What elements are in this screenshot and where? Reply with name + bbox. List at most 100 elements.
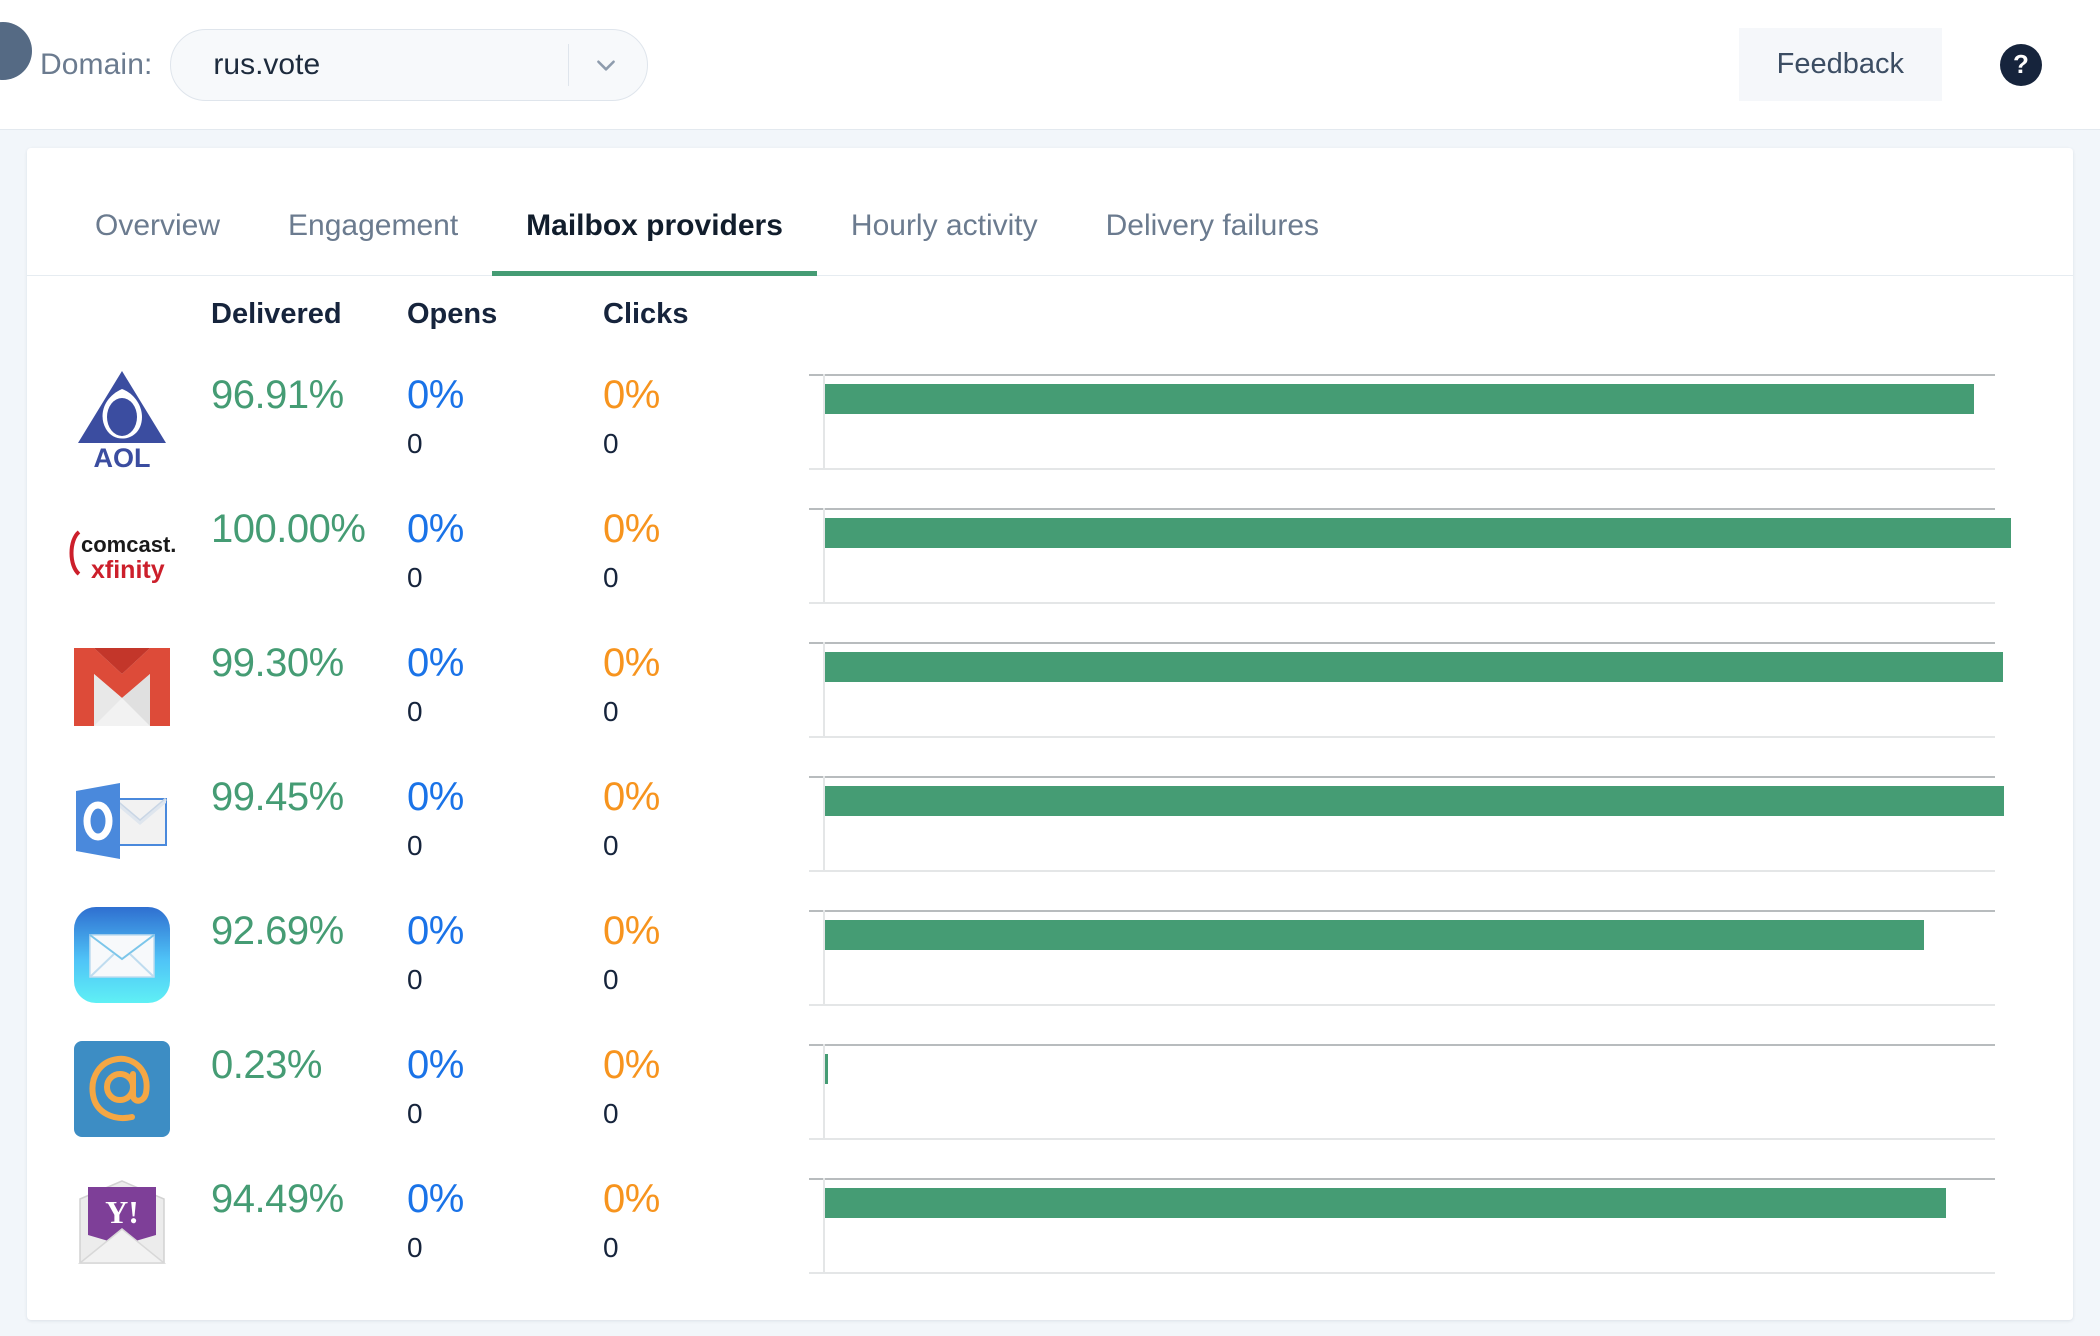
opens-percent: 0% [407, 373, 464, 417]
axis-tick-top [809, 1044, 823, 1046]
providers-table: Delivered Opens Clicks AOL 96.91% 0% 0 0… [27, 276, 2073, 1290]
axis-tick-top [809, 374, 823, 376]
opens-cell: 0% 0 [393, 620, 589, 728]
clicks-count: 0 [603, 562, 619, 593]
tab-hourly-activity[interactable]: Hourly activity [817, 211, 1072, 275]
delivered-bar-chart [797, 1156, 2073, 1290]
axis-tick-bottom [809, 736, 823, 738]
delivered-cell: 99.30% [197, 620, 393, 684]
domain-select-value: rus.vote [213, 47, 321, 81]
table-row: 99.30% 0% 0 0% 0 [27, 620, 2073, 754]
column-header-opens: Opens [407, 297, 498, 330]
table-row: 0.23% 0% 0 0% 0 [27, 1022, 2073, 1156]
delivered-percent: 94.49% [211, 1177, 344, 1221]
svg-text:xfinity: xfinity [91, 556, 165, 584]
axis-tick-bottom [809, 870, 823, 872]
table-row: AOL 96.91% 0% 0 0% 0 [27, 352, 2073, 486]
clicks-percent: 0% [603, 507, 660, 551]
clicks-percent: 0% [603, 775, 660, 819]
delivered-cell: 0.23% [197, 1022, 393, 1086]
axis-tick-top [809, 1178, 823, 1180]
apple-mail-logo [27, 888, 197, 1022]
mailbox-providers-card: Overview Engagement Mailbox providers Ho… [27, 148, 2073, 1320]
clicks-count: 0 [603, 428, 619, 459]
axis-tick-bottom [809, 1004, 823, 1006]
delivered-percent: 99.45% [211, 775, 344, 819]
delivered-bar-chart [797, 1022, 2073, 1156]
column-header-delivered: Delivered [211, 297, 342, 330]
axis-tick-bottom [809, 468, 823, 470]
delivered-cell: 96.91% [197, 352, 393, 416]
bar-delivered [825, 920, 1925, 950]
opens-percent: 0% [407, 775, 464, 819]
tab-engagement[interactable]: Engagement [254, 211, 492, 275]
chevron-down-icon[interactable] [593, 52, 619, 78]
feedback-button[interactable]: Feedback [1738, 28, 1942, 101]
gridline-top [823, 910, 1995, 912]
clicks-count: 0 [603, 696, 619, 727]
delivered-percent: 99.30% [211, 641, 344, 685]
opens-percent: 0% [407, 507, 464, 551]
opens-cell: 0% 0 [393, 1022, 589, 1130]
tab-bar: Overview Engagement Mailbox providers Ho… [27, 148, 2073, 276]
gridline-bottom [823, 602, 1995, 604]
svg-text:AOL: AOL [94, 443, 151, 471]
axis-tick-top [809, 642, 823, 644]
axis-tick-bottom [809, 602, 823, 604]
domain-label: Domain: [40, 47, 153, 81]
help-icon[interactable]: ? [2000, 43, 2042, 86]
bar-delivered [825, 652, 2003, 682]
opens-count: 0 [407, 428, 423, 459]
domain-select[interactable]: rus.vote [170, 28, 649, 101]
delivered-percent: 92.69% [211, 909, 344, 953]
gridline-bottom [823, 736, 1995, 738]
top-bar-actions: Feedback ? [1738, 28, 2100, 101]
table-row: Y! 94.49% 0% 0 0% 0 [27, 1156, 2073, 1290]
axis-tick-top [809, 776, 823, 778]
bar-delivered [825, 384, 1975, 414]
clicks-cell: 0% 0 [589, 888, 797, 996]
delivered-bar-chart [797, 352, 2073, 486]
opens-count: 0 [407, 830, 423, 861]
gridline-top [823, 1178, 1995, 1180]
clicks-cell: 0% 0 [589, 352, 797, 460]
bar-delivered [825, 786, 2005, 816]
gmail-logo [27, 620, 197, 754]
opens-cell: 0% 0 [393, 486, 589, 594]
clicks-cell: 0% 0 [589, 620, 797, 728]
tab-overview[interactable]: Overview [61, 211, 254, 275]
clicks-percent: 0% [603, 909, 660, 953]
avatar[interactable] [0, 22, 32, 80]
gridline-top [823, 642, 1995, 644]
opens-percent: 0% [407, 1177, 464, 1221]
clicks-count: 0 [603, 1098, 619, 1129]
clicks-count: 0 [603, 964, 619, 995]
tab-delivery-failures[interactable]: Delivery failures [1072, 211, 1353, 275]
tab-mailbox-providers[interactable]: Mailbox providers [492, 211, 817, 276]
axis-tick-bottom [809, 1272, 823, 1274]
outlook-logo [27, 754, 197, 888]
clicks-percent: 0% [603, 1177, 660, 1221]
at-sign-mail-logo [27, 1022, 197, 1156]
opens-count: 0 [407, 1098, 423, 1129]
gridline-top [823, 776, 1995, 778]
opens-cell: 0% 0 [393, 888, 589, 996]
opens-count: 0 [407, 696, 423, 727]
gridline-bottom [823, 1004, 1995, 1006]
opens-cell: 0% 0 [393, 352, 589, 460]
delivered-percent: 0.23% [211, 1043, 322, 1087]
axis-tick-top [809, 508, 823, 510]
gridline-bottom [823, 1272, 1995, 1274]
clicks-cell: 0% 0 [589, 754, 797, 862]
gridline-bottom [823, 870, 1995, 872]
delivered-bar-chart [797, 486, 2073, 620]
gridline-bottom [823, 468, 1995, 470]
comcast-xfinity-logo: comcast. xfinity [27, 486, 197, 620]
clicks-percent: 0% [603, 373, 660, 417]
delivered-cell: 92.69% [197, 888, 393, 952]
clicks-count: 0 [603, 1232, 619, 1263]
clicks-percent: 0% [603, 641, 660, 685]
opens-count: 0 [407, 964, 423, 995]
gridline-bottom [823, 1138, 1995, 1140]
domain-select-divider [568, 43, 570, 86]
